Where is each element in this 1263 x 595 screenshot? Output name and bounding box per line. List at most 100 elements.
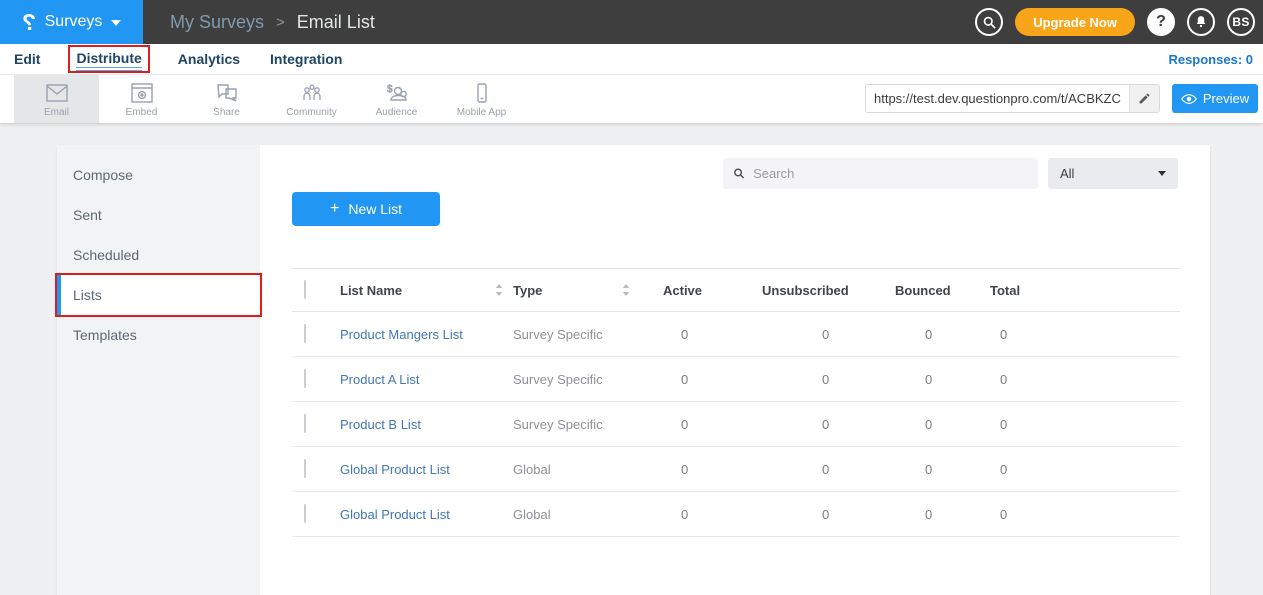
list-name-link[interactable]: Product Mangers List — [340, 327, 463, 342]
survey-url-group — [865, 84, 1160, 113]
tab-edit[interactable]: Edit — [14, 51, 40, 67]
toolbar-tab-mobile-app[interactable]: Mobile App — [439, 75, 524, 123]
responses-count[interactable]: Responses: 0 — [1168, 52, 1263, 67]
table-row: Product B List Survey Specific 0 0 0 0 — [292, 402, 1180, 447]
active-count: 0 — [663, 507, 762, 522]
list-search-box — [723, 158, 1038, 189]
sidebar-item-templates[interactable]: Templates — [57, 315, 260, 355]
total-count: 0 — [990, 327, 1180, 342]
tab-analytics[interactable]: Analytics — [178, 51, 240, 67]
row-checkbox[interactable] — [304, 324, 306, 343]
avatar[interactable]: BS — [1227, 8, 1255, 36]
bounced-count: 0 — [895, 417, 990, 432]
list-name-link[interactable]: Product A List — [340, 372, 420, 387]
email-lists-card: Compose Sent Scheduled Lists Templates A… — [57, 145, 1210, 595]
lists-main-area: All + New List List Name Type — [260, 145, 1210, 595]
col-header-active: Active — [663, 283, 762, 298]
header-actions: Upgrade Now ? BS — [975, 8, 1263, 36]
list-type: Global — [513, 507, 551, 522]
pencil-icon — [1138, 92, 1151, 105]
list-filter-row: All — [723, 158, 1178, 189]
select-all-checkbox[interactable] — [304, 280, 306, 299]
toolbar-tab-email[interactable]: Email — [14, 75, 99, 123]
toolbar-tab-label: Share — [213, 107, 240, 118]
toolbar-tab-label: Mobile App — [457, 107, 506, 118]
questionpro-logo-icon: ? — [22, 11, 36, 34]
total-count: 0 — [990, 507, 1180, 522]
table-row: Product Mangers List Survey Specific 0 0… — [292, 312, 1180, 357]
avatar-initials: BS — [1232, 15, 1249, 29]
product-switcher[interactable]: ? Surveys — [0, 0, 143, 44]
row-checkbox[interactable] — [304, 504, 306, 523]
list-type: Survey Specific — [513, 327, 603, 342]
plus-icon: + — [330, 200, 339, 218]
sort-icon[interactable] — [622, 284, 630, 296]
bounced-count: 0 — [895, 372, 990, 387]
sidebar-item-compose[interactable]: Compose — [57, 155, 260, 195]
row-checkbox[interactable] — [304, 414, 306, 433]
distribute-annotation-box: Distribute — [70, 47, 147, 71]
unsubscribed-count: 0 — [762, 462, 895, 477]
upgrade-now-button[interactable]: Upgrade Now — [1015, 8, 1135, 36]
table-row: Global Product List Global 0 0 0 0 — [292, 492, 1180, 537]
search-icon — [982, 15, 997, 30]
question-mark-icon: ? — [1156, 13, 1166, 31]
list-type: Survey Specific — [513, 372, 603, 387]
breadcrumb-current: Email List — [297, 12, 375, 33]
email-icon — [45, 83, 69, 103]
tab-distribute[interactable]: Distribute — [76, 50, 141, 71]
toolbar-tab-embed[interactable]: Embed — [99, 75, 184, 123]
distribute-toolbar: Email Embed Share Community $ Audience M… — [0, 75, 1263, 124]
active-count: 0 — [663, 462, 762, 477]
col-header-type: Type — [513, 283, 542, 298]
unsubscribed-count: 0 — [762, 327, 895, 342]
preview-label: Preview — [1203, 91, 1249, 106]
toolbar-tab-label: Audience — [376, 107, 418, 118]
toolbar-tab-audience[interactable]: $ Audience — [354, 75, 439, 123]
list-type-filter-dropdown[interactable]: All — [1048, 158, 1178, 189]
col-header-bounced: Bounced — [895, 283, 990, 298]
mobile-app-icon — [470, 83, 494, 103]
sidebar-item-sent[interactable]: Sent — [57, 195, 260, 235]
tab-integration[interactable]: Integration — [270, 51, 342, 67]
active-count: 0 — [663, 372, 762, 387]
unsubscribed-count: 0 — [762, 507, 895, 522]
toolbar-tab-community[interactable]: Community — [269, 75, 354, 123]
toolbar-tab-share[interactable]: Share — [184, 75, 269, 123]
row-checkbox[interactable] — [304, 369, 306, 388]
help-button[interactable]: ? — [1147, 8, 1175, 36]
bounced-count: 0 — [895, 507, 990, 522]
notifications-button[interactable] — [1187, 8, 1215, 36]
sidebar-item-lists[interactable]: Lists — [57, 275, 260, 315]
new-list-button[interactable]: + New List — [292, 192, 440, 226]
col-header-unsubscribed: Unsubscribed — [762, 283, 895, 298]
row-checkbox[interactable] — [304, 459, 306, 478]
svg-text:$: $ — [387, 84, 393, 95]
list-type: Global — [513, 462, 551, 477]
search-button[interactable] — [975, 8, 1003, 36]
preview-button[interactable]: Preview — [1172, 84, 1258, 113]
total-count: 0 — [990, 462, 1180, 477]
table-header-row: List Name Type Active Unsubscribed Bounc… — [292, 268, 1180, 312]
total-count: 0 — [990, 372, 1180, 387]
sidebar-item-scheduled[interactable]: Scheduled — [57, 235, 260, 275]
bounced-count: 0 — [895, 327, 990, 342]
survey-url-input[interactable] — [866, 85, 1129, 112]
edit-url-button[interactable] — [1129, 85, 1159, 112]
breadcrumb-parent[interactable]: My Surveys — [170, 12, 264, 33]
audience-icon: $ — [385, 83, 409, 103]
list-name-link[interactable]: Product B List — [340, 417, 421, 432]
bell-icon — [1194, 15, 1208, 29]
list-name-link[interactable]: Global Product List — [340, 507, 450, 522]
sort-icon[interactable] — [495, 284, 503, 296]
active-count: 0 — [663, 327, 762, 342]
embed-icon — [130, 83, 154, 103]
list-name-link[interactable]: Global Product List — [340, 462, 450, 477]
unsubscribed-count: 0 — [762, 417, 895, 432]
product-menu-label: Surveys — [45, 13, 103, 31]
list-search-input[interactable] — [753, 166, 1028, 181]
email-sidebar: Compose Sent Scheduled Lists Templates — [57, 145, 260, 595]
page-body: Compose Sent Scheduled Lists Templates A… — [0, 124, 1263, 595]
breadcrumb-separator: > — [276, 14, 285, 31]
table-row: Global Product List Global 0 0 0 0 — [292, 447, 1180, 492]
